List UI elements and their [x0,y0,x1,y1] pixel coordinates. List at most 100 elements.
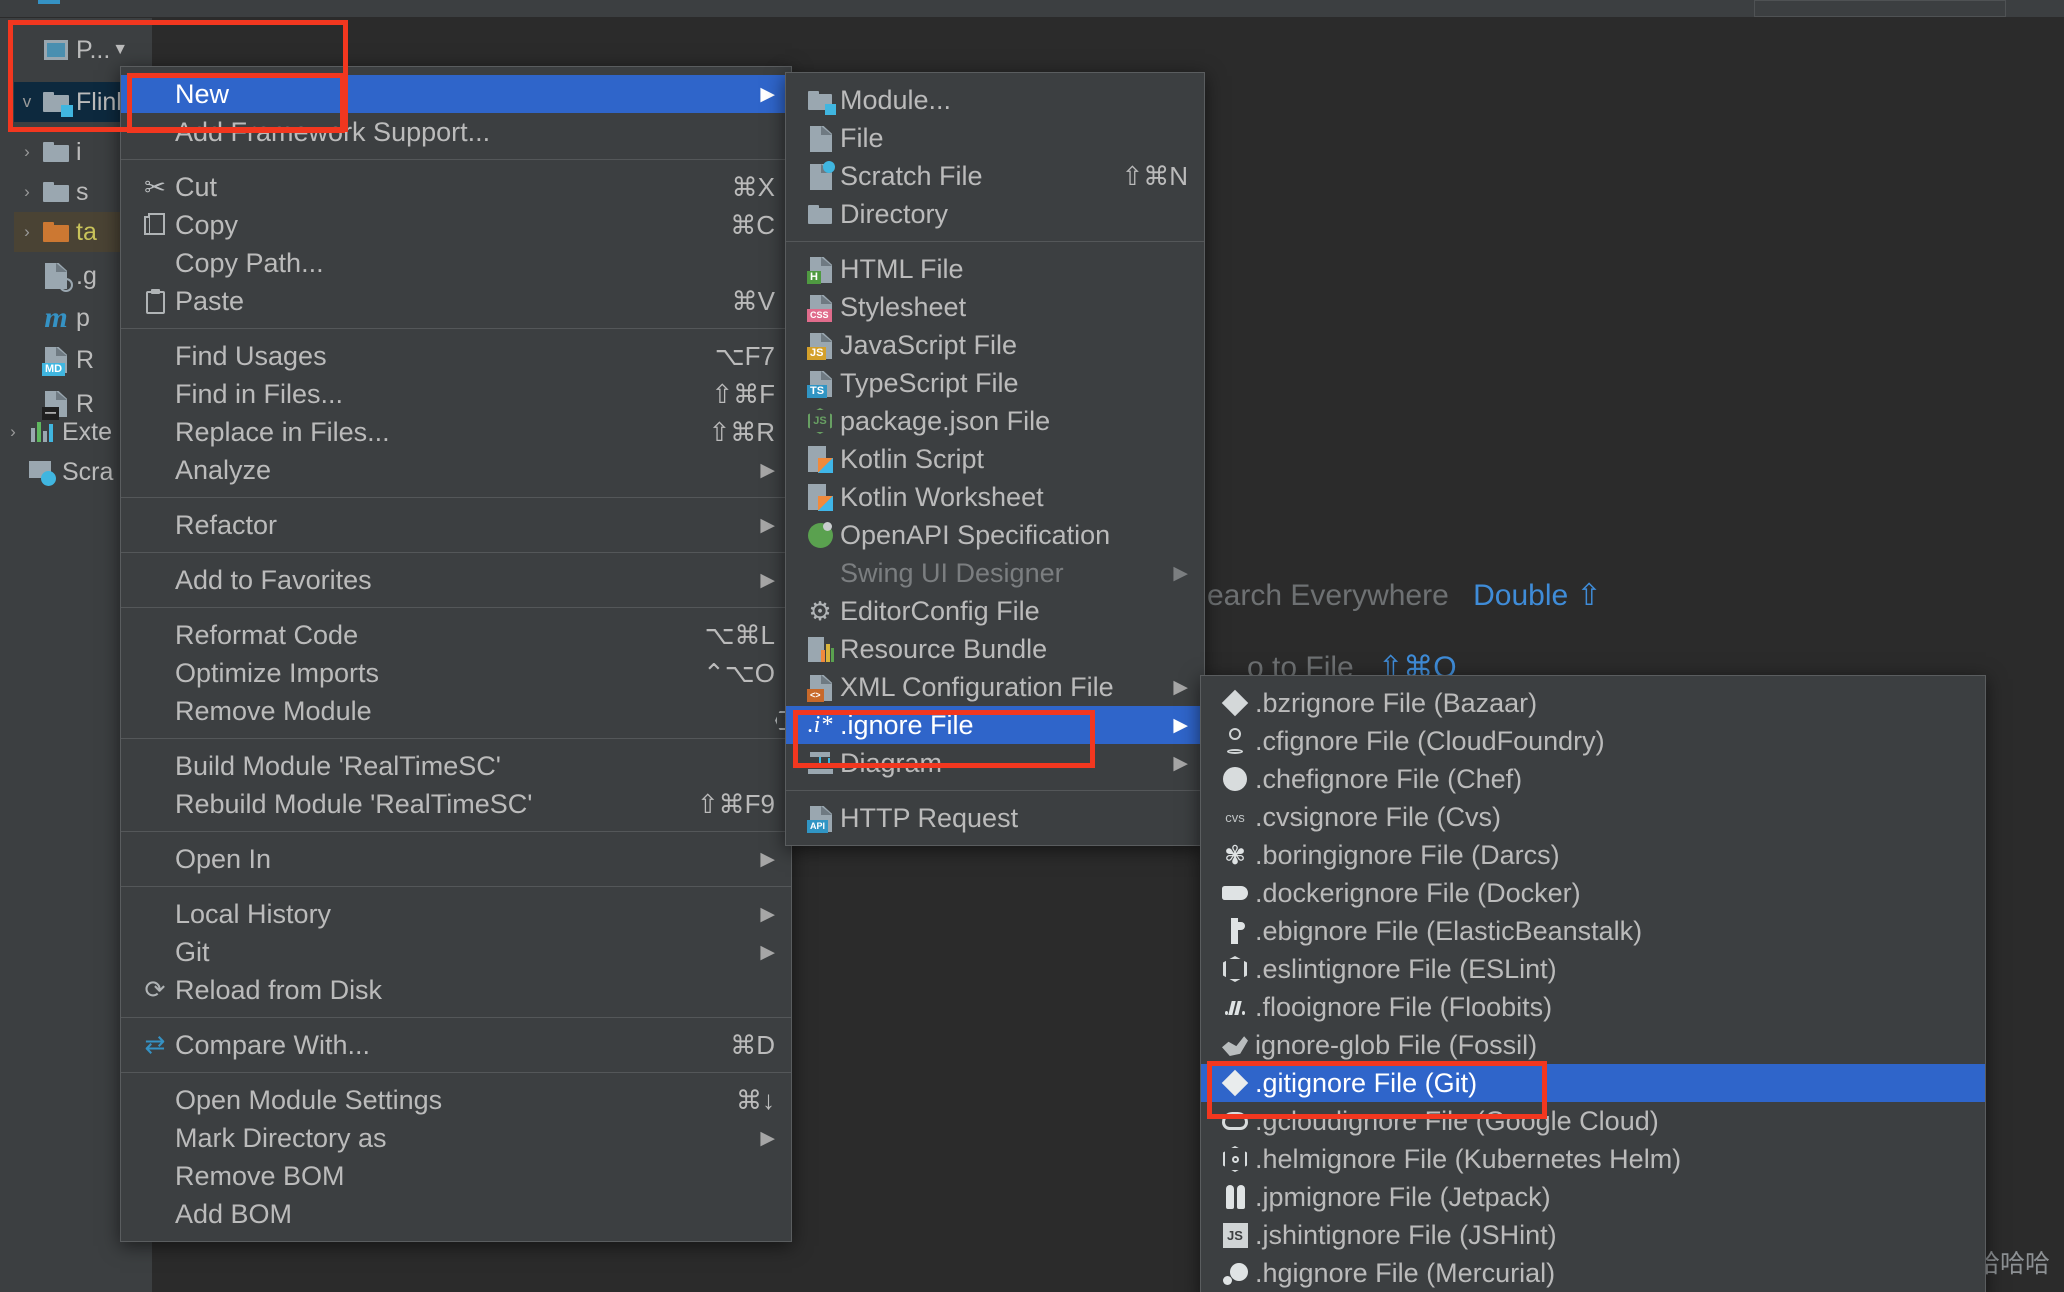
chevron-right-icon[interactable]: › [14,182,40,202]
menu-item-editorconfig-file[interactable]: ⚙ EditorConfig File [786,592,1204,630]
menu-item-javascript-file[interactable]: JS JavaScript File [786,326,1204,364]
menu-item-copy[interactable]: Copy ⌘C [121,206,791,244]
docker-icon [1215,886,1255,900]
menu-item-openapi-specification[interactable]: OpenAPI Specification [786,516,1204,554]
context-menu: New ▶ Add Framework Support... ✂ Cut ⌘X … [120,66,801,1242]
menu-item-paste[interactable]: Paste ⌘V [121,282,791,320]
menu-item-helmignore[interactable]: .helmignore File (Kubernetes Helm) [1201,1140,1985,1178]
menu-item-add-to-favorites[interactable]: Add to Favorites ▶ [121,561,791,599]
menu-item-remove-module[interactable]: Remove Module ✕ [121,692,801,730]
menu-item-hgignore[interactable]: .hgignore File (Mercurial) [1201,1254,1985,1292]
scratch-file-icon [800,161,840,190]
menu-item-cfignore[interactable]: .cfignore File (CloudFoundry) [1201,722,1985,760]
tree-item-label: s [76,177,89,206]
menu-item-open-in[interactable]: Open In ▶ [121,840,791,878]
hint-search-everywhere: earch Everywhere Double ⇧ [1207,579,1602,612]
menu-item-local-history[interactable]: Local History ▶ [121,895,791,933]
copy-icon [135,213,175,237]
fossil-icon [1215,1034,1255,1056]
menu-item-remove-bom[interactable]: Remove BOM [121,1157,791,1195]
menu-separator [121,886,791,887]
chevron-right-icon: ▶ [1173,676,1188,698]
http-request-icon: API [800,806,840,833]
menu-item-compare-with[interactable]: ⇄ Compare With... ⌘D [121,1026,791,1064]
kotlin-icon [800,446,840,473]
menu-item-new[interactable]: New ▶ [121,75,791,113]
menu-item-replace-in-files[interactable]: Replace in Files... ⇧⌘R [121,413,791,451]
chevron-right-icon[interactable]: › [14,222,40,242]
project-tool-header[interactable]: P... ▼ [14,30,166,70]
chevron-down-icon[interactable]: v [14,92,40,112]
menu-item-find-in-files[interactable]: Find in Files... ⇧⌘F [121,375,791,413]
menu-item-dockerignore[interactable]: .dockerignore File (Docker) [1201,874,1985,912]
menu-item-file[interactable]: File [786,119,1204,157]
js-file-icon: JS [800,333,840,360]
menu-item-gitignore[interactable]: .gitignore File (Git) [1201,1064,1985,1102]
menu-item-find-usages[interactable]: Find Usages ⌥F7 [121,337,791,375]
menu-item-xml-configuration-file[interactable]: <> XML Configuration File ▶ [786,668,1204,706]
menu-item-gcloudignore[interactable]: .gcloudignore File (Google Cloud) [1201,1102,1985,1140]
gear-icon: ⚙ [808,595,832,626]
module-icon [800,90,840,115]
googlecloud-icon [1215,1112,1255,1130]
menu-item-analyze[interactable]: Analyze ▶ [121,451,791,489]
directory-icon [800,204,840,224]
menu-item-rebuild-module[interactable]: Rebuild Module 'RealTimeSC' ⇧⌘F9 [121,785,791,823]
menu-item-kotlin-worksheet[interactable]: Kotlin Worksheet [786,478,1204,516]
chevron-right-icon[interactable]: › [0,422,26,442]
bazaar-icon [1215,689,1255,717]
nodejs-icon: JS [800,408,840,434]
menu-item-copy-path[interactable]: Copy Path... [121,244,791,282]
menu-item-cvsignore[interactable]: cvs .cvsignore File (Cvs) [1201,798,1985,836]
menu-item-module[interactable]: Module... [786,81,1204,119]
menu-item-reformat-code[interactable]: Reformat Code ⌥⌘L [121,616,791,654]
chevron-down-icon[interactable]: ▼ [112,41,128,59]
menu-item-typescript-file[interactable]: TS TypeScript File [786,364,1204,402]
menu-item-add-framework-support[interactable]: Add Framework Support... [121,113,791,151]
tree-item-label: R [76,345,95,374]
folder-icon [40,182,72,202]
menu-item-resource-bundle[interactable]: Resource Bundle [786,630,1204,668]
menu-item-cut[interactable]: ✂ Cut ⌘X [121,168,791,206]
menu-item-jshintignore[interactable]: JS .jshintignore File (JSHint) [1201,1216,1985,1254]
menu-separator [121,607,791,608]
menu-item-boringignore[interactable]: ✾ .boringignore File (Darcs) [1201,836,1985,874]
menu-separator [121,1017,791,1018]
openapi-icon [800,521,840,548]
chevron-right-icon: ▶ [760,514,775,536]
menu-item-scratch-file[interactable]: Scratch File ⇧⌘N [786,157,1204,195]
menu-item-flooignore[interactable]: .flooignore File (Floobits) [1201,988,1985,1026]
menu-item-bzrignore[interactable]: .bzrignore File (Bazaar) [1201,684,1985,722]
menu-item-git[interactable]: Git ▶ [121,933,791,971]
menu-separator [786,241,1204,242]
menu-item-optimize-imports[interactable]: Optimize Imports ⌃⌥O [121,654,791,692]
menu-item-mark-directory-as[interactable]: Mark Directory as ▶ [121,1119,791,1157]
menu-item-directory[interactable]: Directory [786,195,1204,233]
top-right-field[interactable] [1754,0,2006,17]
tree-item-label: .g [76,261,97,290]
chevron-right-icon[interactable]: › [14,142,40,162]
menu-item-chefignore[interactable]: .chefignore File (Chef) [1201,760,1985,798]
menu-item-stylesheet[interactable]: CSS Stylesheet [786,288,1204,326]
elasticbeanstalk-icon [1215,918,1255,944]
menu-item-swing-ui-designer[interactable]: Swing UI Designer ▶ [786,554,1204,592]
menu-item-html-file[interactable]: H HTML File [786,250,1204,288]
markdown-file-icon: MD [40,347,72,376]
menu-item-ignore-glob[interactable]: ignore-glob File (Fossil) [1201,1026,1985,1064]
ignore-icon: .i* [807,711,833,738]
menu-item-reload-from-disk[interactable]: ⟳ Reload from Disk [121,971,791,1009]
menu-item-refactor[interactable]: Refactor ▶ [121,506,791,544]
menu-item-add-bom[interactable]: Add BOM [121,1195,791,1233]
menu-item-kotlin-script[interactable]: Kotlin Script [786,440,1204,478]
menu-item-open-module-settings[interactable]: Open Module Settings ⌘↓ [121,1081,791,1119]
menu-item-jpmignore[interactable]: .jpmignore File (Jetpack) [1201,1178,1985,1216]
menu-item-ignore-file[interactable]: .i* .ignore File ▶ [786,706,1204,744]
menu-item-package-json-file[interactable]: JS package.json File [786,402,1204,440]
tree-item-label: p [76,303,90,332]
menu-item-diagram[interactable]: Diagram ▶ [786,744,1204,782]
menu-item-http-request[interactable]: API HTTP Request [786,799,1204,837]
menu-item-ebignore[interactable]: .ebignore File (ElasticBeanstalk) [1201,912,1985,950]
menu-item-build-module[interactable]: Build Module 'RealTimeSC' [121,747,791,785]
menu-item-eslintignore[interactable]: .eslintignore File (ESLint) [1201,950,1985,988]
chevron-right-icon: ▶ [760,1127,775,1149]
